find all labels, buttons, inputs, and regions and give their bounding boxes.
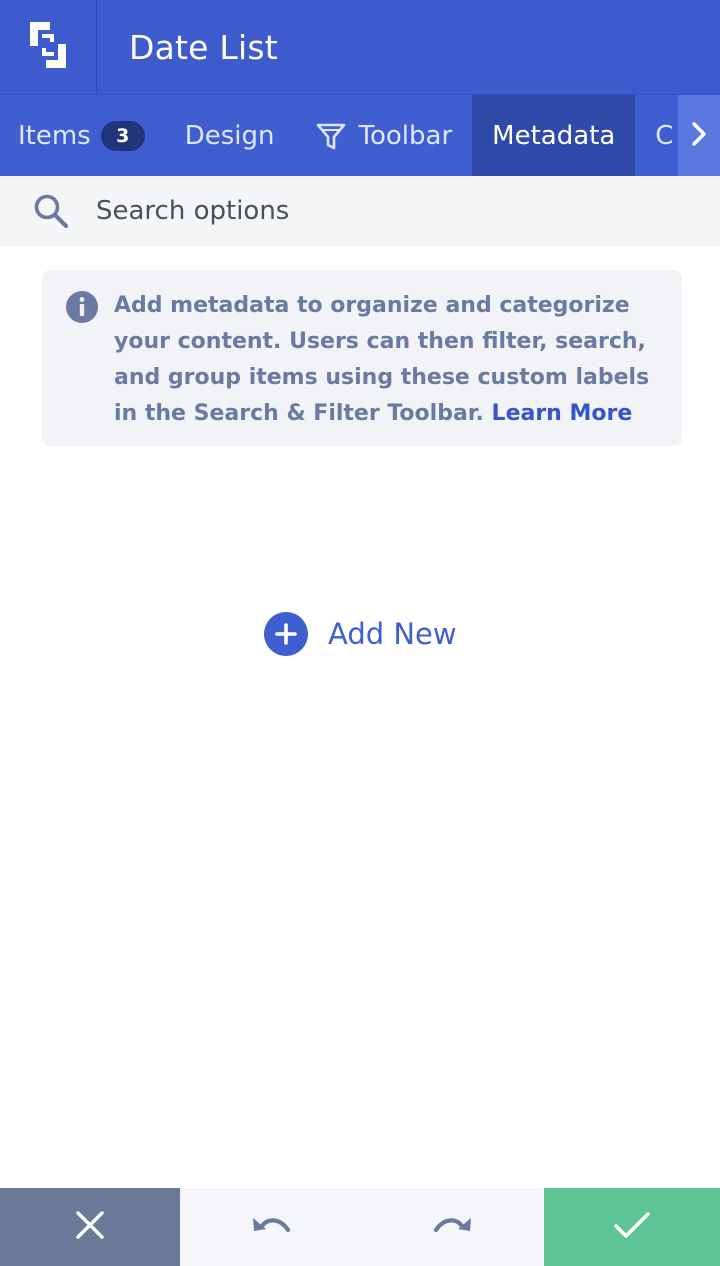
tab-clipped-label: C xyxy=(655,120,674,151)
cancel-button[interactable] xyxy=(0,1188,180,1266)
tab-clipped[interactable]: C xyxy=(635,95,673,176)
info-icon xyxy=(66,291,98,323)
checkmark-icon xyxy=(613,1210,651,1244)
tab-design-label: Design xyxy=(184,120,275,151)
app-logo[interactable] xyxy=(0,0,97,94)
page-title: Date List xyxy=(129,27,278,67)
search-bar xyxy=(0,176,720,246)
footer-action-bar xyxy=(0,1188,720,1266)
add-new-button[interactable]: Add New xyxy=(264,612,457,656)
brand-bracket-logo-icon xyxy=(28,20,68,74)
search-icon xyxy=(32,192,70,230)
tab-metadata[interactable]: Metadata xyxy=(472,95,636,176)
filter-funnel-icon xyxy=(315,120,347,152)
search-input[interactable] xyxy=(96,196,656,226)
tab-items-label: Items xyxy=(18,120,91,151)
info-text: Add metadata to organize and categorize … xyxy=(114,288,658,432)
tab-toolbar[interactable]: Toolbar xyxy=(295,95,473,176)
chevron-right-icon xyxy=(689,120,709,152)
add-new-label: Add New xyxy=(328,617,457,651)
app-header: Date List xyxy=(0,0,720,94)
redo-icon xyxy=(432,1212,474,1242)
tab-bar: Items 3 Design Toolbar Metadata C xyxy=(0,94,720,176)
undo-button[interactable] xyxy=(180,1188,362,1266)
tab-toolbar-label: Toolbar xyxy=(358,120,453,151)
plus-circle-icon xyxy=(264,612,308,656)
learn-more-link[interactable]: Learn More xyxy=(492,401,633,426)
tab-metadata-label: Metadata xyxy=(492,120,616,151)
tab-items[interactable]: Items 3 xyxy=(0,95,165,176)
redo-button[interactable] xyxy=(362,1188,544,1266)
tabs-scroll-right-button[interactable] xyxy=(678,95,720,176)
undo-icon xyxy=(250,1212,292,1242)
info-callout: Add metadata to organize and categorize … xyxy=(42,270,682,446)
close-icon xyxy=(75,1210,105,1244)
items-count-badge: 3 xyxy=(100,120,145,151)
save-button[interactable] xyxy=(544,1188,720,1266)
tab-design[interactable]: Design xyxy=(165,95,295,176)
